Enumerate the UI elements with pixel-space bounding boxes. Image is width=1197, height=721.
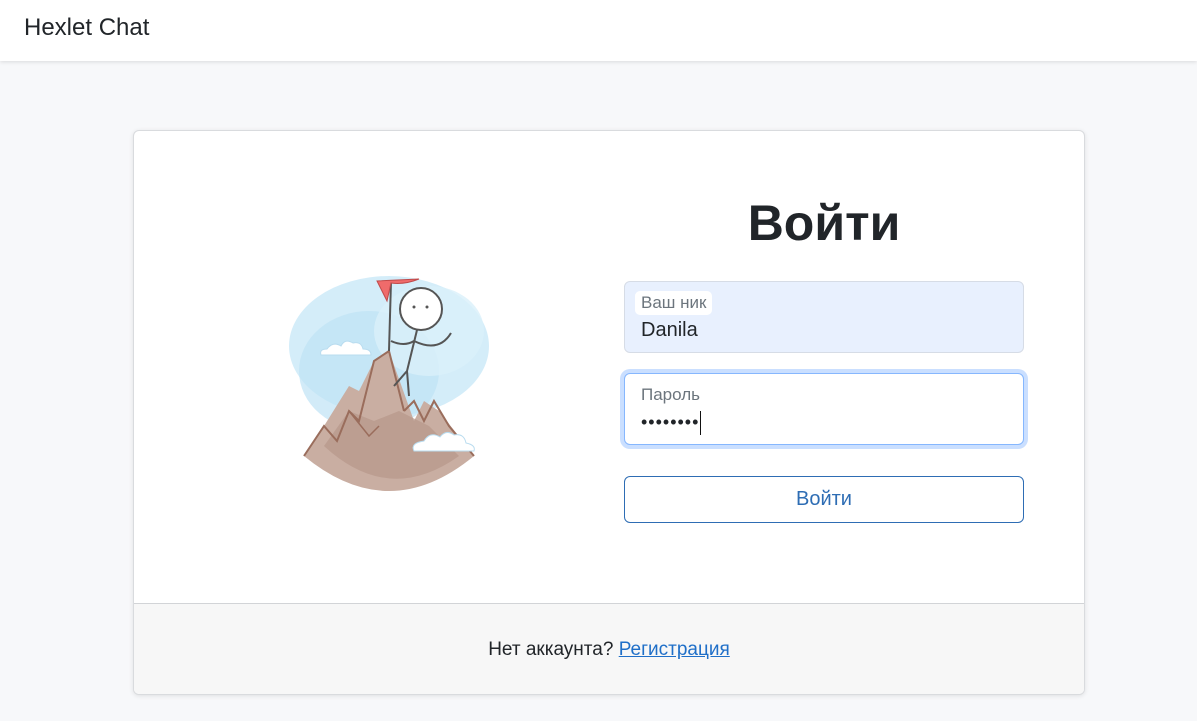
- login-title: Войти: [747, 195, 901, 251]
- card-footer: Нет аккаунта? Регистрация: [134, 603, 1084, 694]
- register-link[interactable]: Регистрация: [619, 639, 730, 660]
- password-value: ••••••••: [641, 412, 700, 432]
- login-button[interactable]: Войти: [624, 476, 1024, 523]
- footer-text: Нет аккаунта?: [488, 639, 614, 660]
- navbar: Hexlet Chat: [0, 0, 1197, 61]
- password-label: Пароль: [641, 385, 700, 404]
- text-caret: [700, 410, 702, 435]
- mountain-illustration-icon: [289, 276, 489, 491]
- username-field[interactable]: Ваш ник Danila: [624, 281, 1024, 353]
- password-input[interactable]: ••••••••: [641, 409, 1001, 435]
- brand-link[interactable]: Hexlet Chat: [24, 13, 149, 43]
- username-label: Ваш ник: [635, 291, 713, 315]
- username-input[interactable]: Danila: [641, 317, 1001, 343]
- password-field[interactable]: Пароль ••••••••: [624, 373, 1024, 445]
- login-card: Войти Ваш ник Danila Пароль •••••••• Вой…: [133, 130, 1085, 695]
